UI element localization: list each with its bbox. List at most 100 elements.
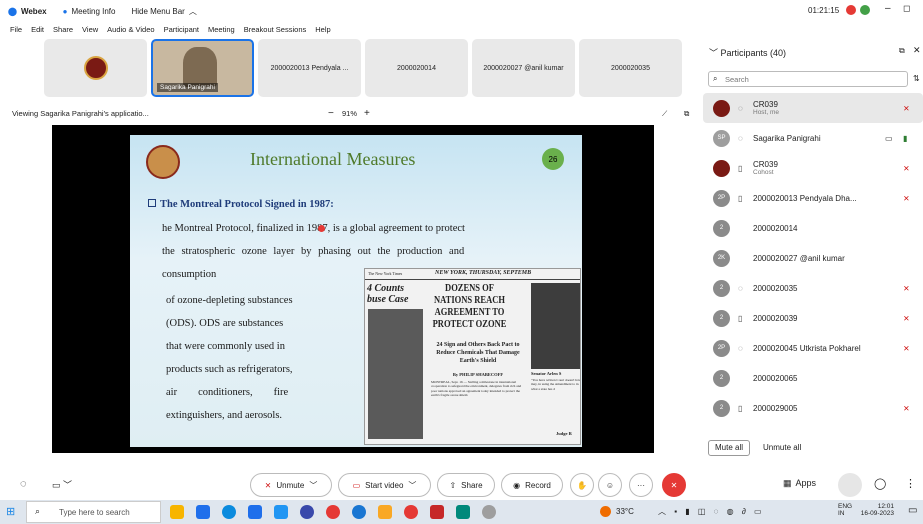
start-video-button[interactable]: ▭ Start video ﹀ (338, 473, 431, 497)
record-button[interactable]: ◉ Record (501, 473, 563, 497)
menu-edit[interactable]: Edit (31, 25, 44, 34)
muted-mic-icon[interactable]: ⨯ (903, 164, 910, 173)
participant-row[interactable]: 2 ▯ 2000020039 ⨯ (703, 303, 923, 333)
video-thumb-presenter[interactable]: Sagarika Panigrahi (151, 39, 254, 97)
paragraph-line: that were commonly used in (166, 341, 285, 352)
menu-file[interactable]: File (10, 25, 22, 34)
popout-panel-icon[interactable]: ⧉ (899, 46, 905, 56)
more-button[interactable]: ··· (629, 473, 653, 497)
paragraph-line: he Montreal Protocol, finalized in 1987,… (162, 223, 465, 234)
muted-mic-icon[interactable]: ⨯ (903, 104, 910, 113)
participant-row[interactable]: 2P ◌ 2000020045 Utkrista Pokharel ⨯ (703, 333, 923, 363)
participant-row[interactable]: 2 2000020065 (703, 363, 923, 393)
edge-icon[interactable] (222, 505, 236, 519)
clock[interactable]: 12:01 16-09-2023 (860, 503, 894, 517)
zoom-out-button[interactable]: − (328, 108, 334, 119)
video-thumb[interactable]: 2000020014 (365, 39, 468, 97)
menu-audio-video[interactable]: Audio & Video (107, 25, 154, 34)
folder-icon[interactable] (378, 505, 392, 519)
menu-breakout-sessions[interactable]: Breakout Sessions (244, 25, 307, 34)
app-icon[interactable] (352, 505, 366, 519)
phone-icon: ▯ (738, 403, 743, 413)
language-indicator[interactable]: ENG IN (838, 503, 852, 517)
article-body: MONTREAL, Sept. 16 — Stalling a mileston… (431, 380, 522, 398)
participant-row[interactable]: SP ◌ Sagarika Panigrahi ▭ ▮ (703, 123, 923, 153)
more-options-icon[interactable]: ⋮ (905, 477, 916, 490)
mail-icon[interactable] (274, 505, 288, 519)
zoom-in-button[interactable]: + (364, 108, 370, 119)
captions-icon[interactable]: ▭ ﹀ (52, 478, 72, 491)
participants-panel: ﹀ Participants (40) ⧉ ✕ ⌕ Search ⇅ ◌ CR0… (703, 38, 923, 458)
phone-icon: ▯ (738, 193, 743, 203)
phone-icon: ▯ (738, 163, 743, 173)
menu-share[interactable]: Share (53, 25, 73, 34)
share-button[interactable]: ⇧ Share (437, 473, 495, 497)
widget-icon[interactable] (170, 505, 184, 519)
layout-icon[interactable]: ◌ (20, 478, 27, 490)
webex-app[interactable]: ⬤ Webex (8, 7, 47, 16)
participant-row[interactable]: 2 2000020014 (703, 213, 923, 243)
apps-button[interactable]: ▦ Apps (783, 478, 816, 489)
chevron-down-icon[interactable]: ﹀ (709, 48, 718, 58)
annotate-icon[interactable]: ⟋ (662, 109, 667, 119)
hide-menu-bar-button[interactable]: Hide Menu Bar ︿ (131, 6, 196, 17)
windows-start-icon[interactable]: ⊞ (6, 505, 15, 518)
close-panel-icon[interactable]: ✕ (913, 45, 921, 56)
notification-icon[interactable]: ▭ (908, 505, 917, 516)
unmute-button[interactable]: ⨯ Unmute ﹀ (250, 473, 332, 497)
muted-mic-icon[interactable]: ⨯ (903, 194, 910, 203)
chat-icon[interactable]: ◯ (874, 477, 886, 490)
participant-search[interactable]: ⌕ Search (708, 71, 908, 87)
system-tray-icons[interactable]: ︿ ▪ ▮ ◫ ◌ ◍ ∂ ▭ (658, 506, 765, 517)
minimize-button[interactable]: – (885, 3, 891, 14)
sort-icon[interactable]: ⇅ (913, 74, 920, 83)
mute-all-button[interactable]: Mute all (708, 440, 751, 456)
popout-icon[interactable]: ⧉ (684, 109, 689, 119)
emoji-button[interactable]: ☺ (598, 473, 622, 497)
video-strip: Sagarika Panigrahi 2000020013 Pendyala .… (44, 39, 682, 97)
menu-help[interactable]: Help (315, 25, 330, 34)
menu-view[interactable]: View (82, 25, 98, 34)
muted-mic-icon[interactable]: ⨯ (903, 314, 910, 323)
muted-mic-icon[interactable]: ⨯ (903, 404, 910, 413)
participant-row[interactable]: 2 ▯ 2000029005 ⨯ (703, 393, 923, 423)
app-icon[interactable] (430, 505, 444, 519)
opera-icon[interactable] (326, 505, 340, 519)
participant-row[interactable]: 2K 2000020027 @anil kumar (703, 243, 923, 273)
task-view-icon[interactable] (196, 505, 210, 519)
weather-icon[interactable] (600, 506, 611, 517)
store-icon[interactable] (248, 505, 262, 519)
chrome-icon[interactable] (404, 505, 418, 519)
video-thumb[interactable]: 2000020035 (579, 39, 682, 97)
connection-status-icon (860, 5, 870, 15)
leave-meeting-button[interactable]: ✕ (662, 473, 686, 497)
participant-row[interactable]: ▯ CR039 Cohost ⨯ (703, 153, 923, 183)
menu-participant[interactable]: Participant (164, 25, 199, 34)
participant-row[interactable]: 2 ◌ 2000020035 ⨯ (703, 273, 923, 303)
meeting-timer: 01:21:15 (808, 6, 840, 15)
participants-toggle-icon[interactable] (838, 473, 862, 497)
participant-row[interactable]: ◌ CR039 Host, me ⨯ (703, 93, 923, 123)
participant-row[interactable]: 2P ▯ 2000020013 Pendyala Dha... ⨯ (703, 183, 923, 213)
webex-taskbar-icon[interactable] (456, 505, 470, 519)
mic-on-icon[interactable]: ▮ (903, 134, 907, 143)
video-thumb[interactable]: 2000020013 Pendyala ... (258, 39, 361, 97)
video-thumb[interactable]: 2000020027 @anil kumar (472, 39, 575, 97)
panel-title: Participants (40) (720, 48, 787, 58)
windows-taskbar: ⊞ ⌕ Type here to search 33°C ︿ ▪ ▮ ◫ ◌ ◍… (0, 500, 923, 524)
settings-icon[interactable] (482, 505, 496, 519)
app-icon[interactable] (300, 505, 314, 519)
paragraph-line: the stratospheric ozone layer by phasing… (162, 246, 465, 257)
maximize-button[interactable]: ◻ (903, 3, 910, 14)
reactions-button[interactable]: ✋ (570, 473, 594, 497)
muted-mic-icon[interactable]: ⨯ (903, 344, 910, 353)
rule (365, 279, 580, 280)
menu-meeting[interactable]: Meeting (208, 25, 235, 34)
muted-mic-icon[interactable]: ⨯ (903, 284, 910, 293)
meeting-info-button[interactable]: ● Meeting Info (63, 7, 116, 16)
unmute-all-button[interactable]: Unmute all (763, 443, 801, 452)
avatar: 2K (713, 249, 730, 267)
taskbar-search[interactable]: ⌕ Type here to search (26, 501, 161, 523)
video-thumb-host[interactable] (44, 39, 147, 97)
video-camera-icon: ▭ (885, 133, 893, 143)
